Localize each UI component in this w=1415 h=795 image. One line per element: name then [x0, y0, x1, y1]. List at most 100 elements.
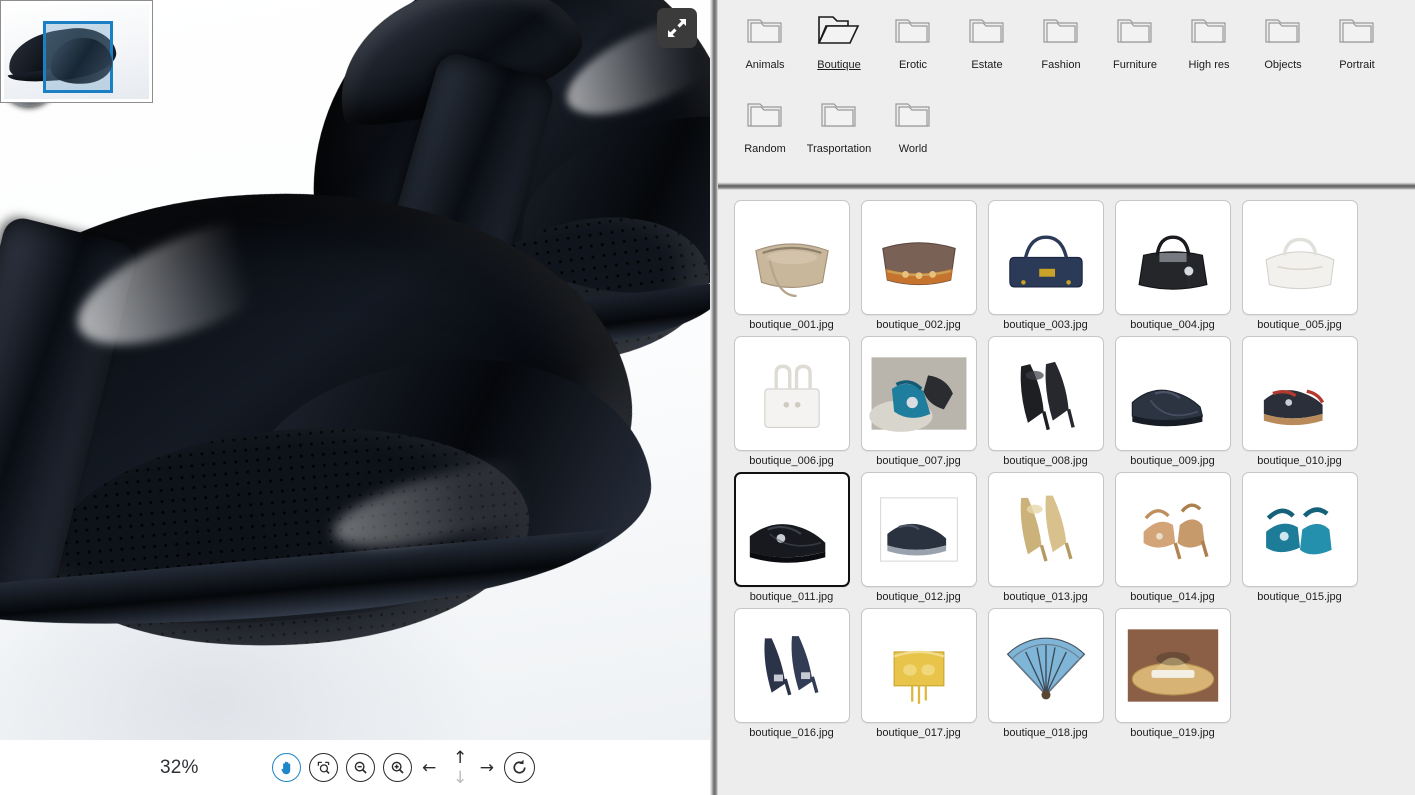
folder-icon [1186, 10, 1232, 54]
thumbnail-image[interactable] [860, 200, 977, 315]
thumbnail-item[interactable]: boutique_009.jpg [1109, 336, 1236, 467]
thumbnail-image[interactable] [860, 336, 977, 451]
thumbnail-art-shoes-navy [1116, 337, 1230, 450]
fit-to-screen-tool-button[interactable] [309, 753, 338, 782]
folder-label: Fashion [1041, 59, 1081, 71]
thumbnail-item[interactable]: boutique_001.jpg [728, 200, 855, 331]
image-canvas[interactable] [0, 0, 710, 740]
folder-icon [1112, 10, 1158, 54]
thumbnail-item[interactable]: boutique_015.jpg [1236, 472, 1363, 603]
thumbnail-image[interactable] [733, 472, 850, 587]
folder-icon [1038, 10, 1084, 54]
thumbnail-item[interactable]: boutique_003.jpg [982, 200, 1109, 331]
folder-item-estate[interactable]: Estate [950, 6, 1024, 90]
thumbnail-image[interactable] [1114, 336, 1231, 451]
thumbnail-art-handbag-navy [989, 201, 1103, 314]
folder-label: Estate [971, 59, 1003, 71]
thumbnail-image[interactable] [1114, 608, 1231, 723]
folder-item-high-res[interactable]: High res [1172, 6, 1246, 90]
folder-item-portrait[interactable]: Portrait [1320, 6, 1394, 90]
folder-label: Erotic [898, 59, 928, 71]
thumbnail-image[interactable] [1241, 336, 1358, 451]
folder-icon [890, 10, 936, 54]
pan-tool-button[interactable] [272, 753, 301, 782]
thumbnail-item[interactable]: boutique_012.jpg [855, 472, 982, 603]
thumbnail-image[interactable] [1114, 472, 1231, 587]
folder-item-random[interactable]: Random [728, 90, 802, 174]
thumbnail-filename: boutique_012.jpg [876, 591, 961, 603]
folder-item-boutique[interactable]: Boutique [802, 6, 876, 90]
image-viewer-panel: 32% ← ↑ ↓ → [0, 0, 710, 795]
thumbnail-item[interactable]: boutique_013.jpg [982, 472, 1109, 603]
folder-label: Portrait [1339, 59, 1375, 71]
thumbnail-item[interactable]: boutique_014.jpg [1109, 472, 1236, 603]
folder-item-erotic[interactable]: Erotic [876, 6, 950, 90]
navigator-viewport-rect[interactable] [43, 21, 115, 93]
thumbnail-filename: boutique_018.jpg [1003, 727, 1088, 739]
thumbnail-item[interactable]: boutique_019.jpg [1109, 608, 1236, 739]
folder-label: World [898, 143, 928, 155]
folder-item-trasportation[interactable]: Trasportation [802, 90, 876, 174]
zoom-in-button[interactable] [383, 753, 412, 782]
thumbnail-art-kids-shoes [1243, 337, 1357, 450]
thumbnail-item[interactable]: boutique_006.jpg [728, 336, 855, 467]
folder-icon [742, 10, 788, 54]
thumbnail-art-sandals-teal [1243, 473, 1357, 586]
photo-shape [47, 34, 115, 88]
arrow-down-button[interactable]: ↓ [453, 769, 467, 787]
thumbnail-image[interactable] [860, 472, 977, 587]
thumbnail-filename: boutique_007.jpg [876, 455, 961, 467]
thumbnail-art-loafers-black [736, 474, 848, 585]
thumbnail-image[interactable] [987, 200, 1104, 315]
thumbnail-item[interactable]: boutique_018.jpg [982, 608, 1109, 739]
thumbnail-art-gold-purse [862, 609, 976, 722]
thumbnail-image[interactable] [733, 608, 850, 723]
thumbnail-image[interactable] [1241, 472, 1358, 587]
thumbnail-image[interactable] [860, 608, 977, 723]
thumbnail-image[interactable] [733, 336, 850, 451]
thumbnail-art-handbag-tan [735, 201, 849, 314]
arrow-left-button[interactable]: ← [422, 759, 436, 777]
folder-item-animals[interactable]: Animals [728, 6, 802, 90]
folder-label: Random [744, 143, 786, 155]
fullscreen-button[interactable] [657, 8, 697, 48]
thumbnail-image[interactable] [1114, 200, 1231, 315]
thumbnail-image[interactable] [987, 608, 1104, 723]
thumbnail-image[interactable] [987, 472, 1104, 587]
folder-icon [742, 94, 788, 138]
thumbnail-item[interactable]: boutique_016.jpg [728, 608, 855, 739]
thumbnail-grid: boutique_001.jpg boutique_002.jpg boutique… [728, 200, 1415, 744]
thumbnail-item[interactable]: boutique_017.jpg [855, 608, 982, 739]
thumbnail-pane[interactable]: boutique_001.jpg boutique_002.jpg boutique… [718, 190, 1415, 795]
thumbnail-item[interactable]: boutique_010.jpg [1236, 336, 1363, 467]
navigator-panel[interactable] [0, 0, 153, 103]
thumbnail-art-heels-gold [989, 473, 1103, 586]
thumbnail-image[interactable] [733, 200, 850, 315]
vertical-splitter[interactable] [710, 0, 718, 795]
folder-item-world[interactable]: World [876, 90, 950, 174]
arrow-up-button[interactable]: ↑ [453, 749, 467, 767]
thumbnail-filename: boutique_010.jpg [1257, 455, 1342, 467]
thumbnail-filename: boutique_015.jpg [1257, 591, 1342, 603]
thumbnail-item[interactable]: boutique_002.jpg [855, 200, 982, 331]
thumbnail-item[interactable]: boutique_008.jpg [982, 336, 1109, 467]
folder-icon [964, 10, 1010, 54]
folder-item-objects[interactable]: Objects [1246, 6, 1320, 90]
horizontal-splitter[interactable] [718, 182, 1415, 190]
folder-label: Animals [745, 59, 785, 71]
thumbnail-filename: boutique_003.jpg [1003, 319, 1088, 331]
arrow-right-button[interactable]: → [480, 759, 494, 777]
folder-label: High res [1188, 59, 1230, 71]
thumbnail-item[interactable]: boutique_005.jpg [1236, 200, 1363, 331]
thumbnail-filename: boutique_001.jpg [749, 319, 834, 331]
folder-item-fashion[interactable]: Fashion [1024, 6, 1098, 90]
folder-item-furniture[interactable]: Furniture [1098, 6, 1172, 90]
zoom-out-button[interactable] [346, 753, 375, 782]
thumbnail-image[interactable] [1241, 200, 1358, 315]
thumbnail-item[interactable]: boutique_007.jpg [855, 336, 982, 467]
rotate-button[interactable] [504, 752, 535, 783]
thumbnail-image[interactable] [987, 336, 1104, 451]
thumbnail-item[interactable]: boutique_004.jpg [1109, 200, 1236, 331]
thumbnail-art-heels-tan [1116, 473, 1230, 586]
thumbnail-item[interactable]: boutique_011.jpg [728, 472, 855, 603]
